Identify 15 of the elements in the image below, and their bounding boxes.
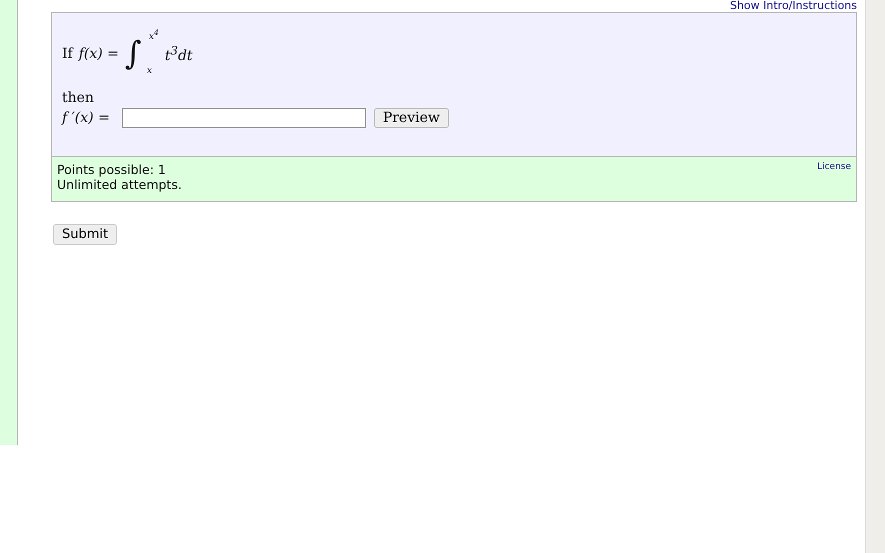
answer-field[interactable]	[122, 108, 366, 128]
points-text: Points possible: 1	[57, 162, 167, 177]
integral-sign: ∫	[124, 34, 142, 72]
lower-limit: x	[146, 66, 152, 76]
answer-label: f ′(x) =	[62, 110, 110, 126]
attempts-text: Unlimited attempts.	[57, 177, 182, 192]
intro-link[interactable]: Show Intro/Instructions	[730, 0, 857, 12]
upper-limit: x$^{4}$	[148, 28, 159, 42]
integrand-text: t$^{3}$dt	[164, 44, 193, 64]
preview-button[interactable]: Preview	[374, 108, 449, 128]
then-text: then	[62, 90, 95, 106]
submit-button[interactable]: Submit	[53, 224, 118, 245]
function-text: f(x) =	[78, 46, 119, 62]
license-link[interactable]: License	[817, 162, 851, 201]
if-text: If	[62, 46, 73, 62]
